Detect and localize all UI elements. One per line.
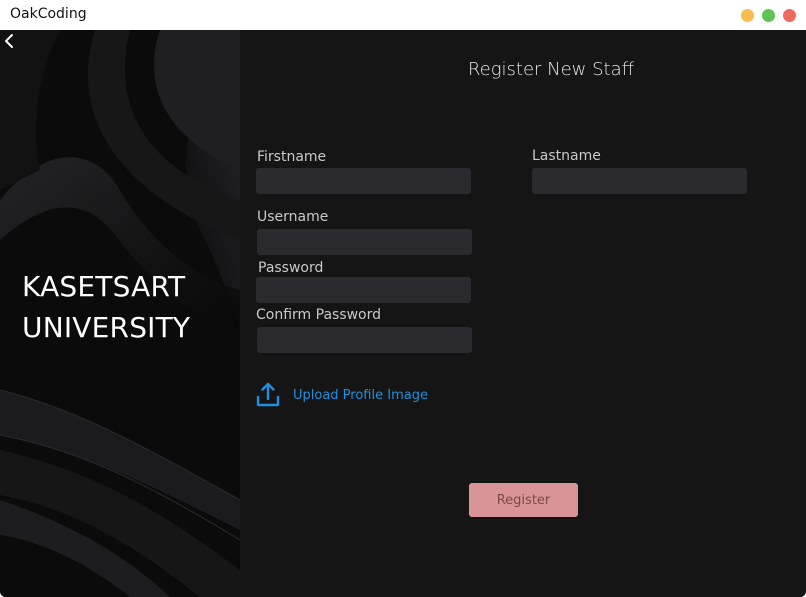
username-input[interactable]	[257, 229, 472, 255]
maximize-button[interactable]	[762, 9, 775, 22]
app-title: OakCoding	[10, 6, 87, 22]
back-chevron-left-icon[interactable]	[0, 30, 18, 52]
minimize-button[interactable]	[741, 9, 754, 22]
upload-profile-image-label: Upload Profile Image	[293, 387, 428, 403]
password-label: Password	[258, 260, 324, 276]
confirm-password-label: Confirm Password	[256, 307, 382, 323]
confirm-password-input[interactable]	[257, 327, 472, 353]
registration-form: Register New Staff Firstname Lastname Us…	[240, 30, 806, 597]
branding-panel: KASETSART UNIVERSITY	[0, 30, 240, 597]
close-button[interactable]	[783, 9, 796, 22]
firstname-label: Firstname	[257, 149, 327, 165]
password-input[interactable]	[256, 277, 471, 303]
upload-icon	[256, 382, 280, 407]
upload-profile-image-button[interactable]: Upload Profile Image	[256, 382, 428, 408]
app-window: KASETSART UNIVERSITY Register New Staff …	[0, 30, 806, 597]
firstname-input[interactable]	[256, 168, 471, 194]
university-name: KASETSART UNIVERSITY	[22, 266, 232, 348]
username-label: Username	[257, 209, 329, 225]
form-title: Register New Staff	[467, 59, 635, 80]
university-line-2: UNIVERSITY	[22, 311, 191, 344]
lastname-label: Lastname	[532, 148, 601, 164]
university-line-1: KASETSART	[22, 270, 186, 303]
lastname-input[interactable]	[532, 168, 747, 194]
title-bar: OakCoding	[0, 0, 806, 30]
register-button[interactable]: Register	[469, 483, 578, 517]
